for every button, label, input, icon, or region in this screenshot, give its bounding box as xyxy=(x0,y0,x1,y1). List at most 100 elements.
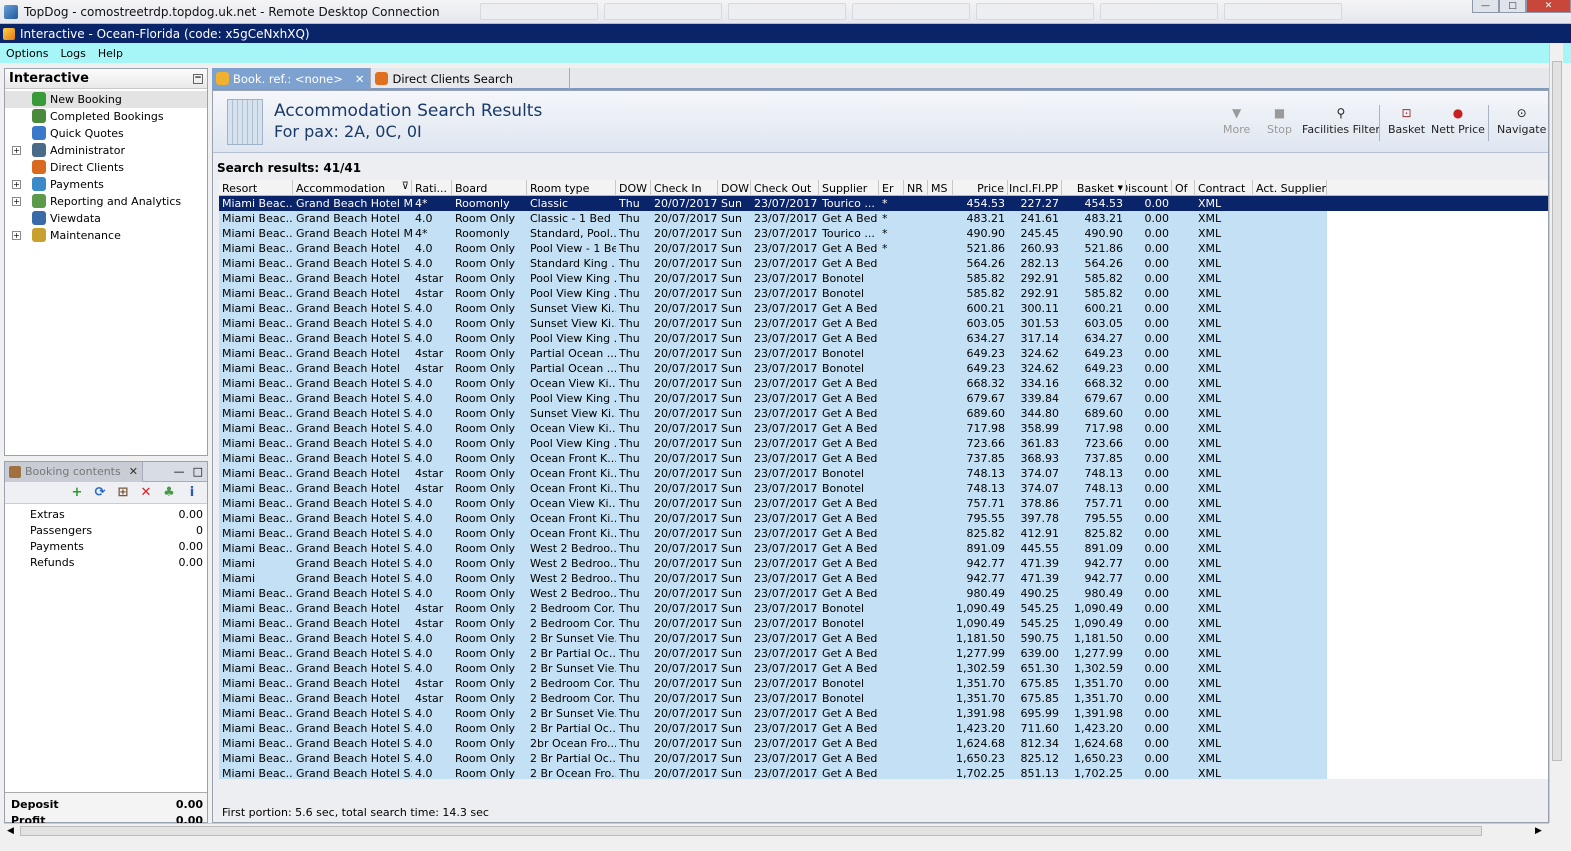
table-row[interactable]: Miami Beac... Grand Beach Hotel 4star Room … xyxy=(219,346,1548,361)
table-row[interactable]: Miami Beac... Grand Beach Hotel 4star Room … xyxy=(219,361,1548,376)
table-row[interactable]: Miami Beac... Grand Beach Hotel S... 4.0 Ro… xyxy=(219,301,1548,316)
table-row[interactable]: Miami Beac...Grand Beach Hotel Mi...4*Ro… xyxy=(219,226,1548,241)
close-tab-icon[interactable]: ✕ xyxy=(129,465,138,478)
table-row[interactable]: Miami Beac... Grand Beach Hotel S... 4.0 Ro… xyxy=(219,661,1548,676)
column-header[interactable]: Board xyxy=(452,180,527,196)
column-header[interactable]: Contract xyxy=(1195,180,1253,196)
column-header[interactable]: MS xyxy=(928,180,953,196)
table-row[interactable]: Miami Beac... Grand Beach Hotel S... 4.0 Ro… xyxy=(219,736,1548,751)
tab-booking-contents[interactable]: Booking contents ✕ xyxy=(5,461,143,482)
table-row[interactable]: Miami Grand Beach Hotel S... 4.0 Room Only W… xyxy=(219,571,1548,586)
column-header[interactable]: Discount xyxy=(1126,180,1172,196)
nav-item-maintenance[interactable]: + Maintenance xyxy=(5,227,207,244)
stop-button[interactable]: ■ Stop xyxy=(1267,106,1292,136)
table-row[interactable]: Miami Beac...Grand Beach Hotel Mi...4*Ro… xyxy=(219,196,1548,211)
refresh-icon[interactable]: ⟳ xyxy=(93,485,107,500)
table-row[interactable]: Miami Beac... Grand Beach Hotel 4star Room … xyxy=(219,691,1548,706)
delete-icon[interactable]: ✕ xyxy=(139,485,153,500)
vertical-scroll-thumb[interactable] xyxy=(1552,61,1562,761)
menu-logs[interactable]: Logs xyxy=(54,47,91,60)
table-row[interactable]: Miami Beac... Grand Beach Hotel 4star Room … xyxy=(219,481,1548,496)
column-header[interactable]: NR xyxy=(904,180,928,196)
basket-button[interactable]: ⊡ Basket xyxy=(1388,106,1425,136)
facilities-filter-button[interactable]: ⚲ Facilities Filter xyxy=(1302,106,1380,136)
table-row[interactable]: Miami Beac... Grand Beach Hotel S... 4.0 Ro… xyxy=(219,256,1548,271)
nett-price-button[interactable]: ● Nett Price xyxy=(1431,106,1485,136)
table-row[interactable]: Miami Beac... Grand Beach Hotel 4star Room … xyxy=(219,601,1548,616)
table-row[interactable]: Miami Beac... Grand Beach Hotel 4star Room … xyxy=(219,616,1548,631)
menu-help[interactable]: Help xyxy=(92,47,129,60)
table-row[interactable]: Miami Beac... Grand Beach Hotel S... 4.0 Ro… xyxy=(219,436,1548,451)
column-header[interactable]: Of xyxy=(1172,180,1195,196)
vertical-scrollbar[interactable] xyxy=(1549,43,1563,823)
minimize-panel-icon[interactable]: — xyxy=(174,465,185,478)
expand-icon[interactable]: + xyxy=(12,231,21,240)
table-row[interactable]: Miami Beac... Grand Beach Hotel S... 4.0 Ro… xyxy=(219,766,1548,779)
column-header[interactable]: Resort xyxy=(219,180,293,196)
nav-item-payments[interactable]: + Payments xyxy=(5,176,207,193)
nav-item-viewdata[interactable]: Viewdata xyxy=(5,210,207,227)
nav-item-direct-clients[interactable]: Direct Clients xyxy=(5,159,207,176)
palm-icon[interactable]: ♣ xyxy=(162,485,176,500)
column-header[interactable]: Act. Supplier xyxy=(1253,180,1327,196)
table-row[interactable]: Miami Beac... Grand Beach Hotel S... 4.0 Ro… xyxy=(219,526,1548,541)
close-tab-icon[interactable]: ✕ xyxy=(355,72,365,86)
table-row[interactable]: Miami Beac... Grand Beach Hotel 4.0 Room On… xyxy=(219,211,1548,226)
menu-options[interactable]: Options xyxy=(0,47,54,60)
horizontal-scrollbar[interactable]: ◀ ▶ xyxy=(4,823,1549,837)
table-row[interactable]: Miami Beac... Grand Beach Hotel S... 4.0 Ro… xyxy=(219,421,1548,436)
column-header[interactable]: Price xyxy=(953,180,1008,196)
column-header[interactable]: Incl.Fl.PP xyxy=(1008,180,1062,196)
column-header[interactable]: Basket ▼ xyxy=(1062,180,1126,196)
expand-icon[interactable]: + xyxy=(12,180,21,189)
navigate-button[interactable]: ⊙ Navigate xyxy=(1497,106,1546,136)
table-row[interactable]: Miami Beac... Grand Beach Hotel S... 4.0 Ro… xyxy=(219,316,1548,331)
table-row[interactable]: Miami Beac... Grand Beach Hotel S... 4.0 Ro… xyxy=(219,706,1548,721)
column-header[interactable]: Check Out xyxy=(751,180,819,196)
info-icon[interactable]: i xyxy=(185,485,199,500)
minimize-button[interactable]: — xyxy=(1472,0,1499,13)
table-row[interactable]: Miami Beac... Grand Beach Hotel S... 4.0 Ro… xyxy=(219,406,1548,421)
nav-item-new-booking[interactable]: New Booking xyxy=(5,91,207,108)
table-row[interactable]: Miami Beac... Grand Beach Hotel S... 4.0 Ro… xyxy=(219,511,1548,526)
table-row[interactable]: Miami Grand Beach Hotel S... 4.0 Room Only W… xyxy=(219,556,1548,571)
table-row[interactable]: Miami Beac... Grand Beach Hotel S... 4.0 Ro… xyxy=(219,331,1548,346)
expand-icon[interactable]: + xyxy=(12,197,21,206)
column-header[interactable]: Rati... xyxy=(412,180,452,196)
close-window-button[interactable]: ✕ xyxy=(1526,0,1571,13)
maximize-button[interactable]: □ xyxy=(1499,0,1526,13)
column-header[interactable]: Er xyxy=(879,180,904,196)
table-row[interactable]: Miami Beac... Grand Beach Hotel S... 4.0 Ro… xyxy=(219,451,1548,466)
table-row[interactable]: Miami Beac... Grand Beach Hotel S... 4.0 Ro… xyxy=(219,391,1548,406)
table-row[interactable]: Miami Beac... Grand Beach Hotel S... 4.0 Ro… xyxy=(219,541,1548,556)
column-header[interactable]: DOW xyxy=(718,180,751,196)
scroll-left-icon[interactable]: ◀ xyxy=(7,824,14,838)
nav-item-quick-quotes[interactable]: Quick Quotes xyxy=(5,125,207,142)
table-row[interactable]: Miami Beac... Grand Beach Hotel S... 4.0 Ro… xyxy=(219,751,1548,766)
expand-icon[interactable]: + xyxy=(12,146,21,155)
nav-item-completed-bookings[interactable]: Completed Bookings xyxy=(5,108,207,125)
table-row[interactable]: Miami Beac... Grand Beach Hotel 4star Room … xyxy=(219,466,1548,481)
table-row[interactable]: Miami Beac... Grand Beach Hotel 4star Room … xyxy=(219,271,1548,286)
column-filter-icon[interactable]: ⊽ xyxy=(402,181,409,192)
column-header[interactable]: Supplier xyxy=(819,180,879,196)
tab-direct-clients-search[interactable]: Direct Clients Search xyxy=(371,68,571,89)
scroll-right-icon[interactable]: ▶ xyxy=(1535,824,1542,838)
add-icon[interactable]: + xyxy=(70,485,84,500)
nav-item-reporting-and-analytics[interactable]: + Reporting and Analytics xyxy=(5,193,207,210)
column-header[interactable]: Check In xyxy=(651,180,718,196)
table-row[interactable]: Miami Beac... Grand Beach Hotel S... 4.0 Ro… xyxy=(219,586,1548,601)
table-row[interactable]: Miami Beac... Grand Beach Hotel S... 4.0 Ro… xyxy=(219,496,1548,511)
more-button[interactable]: ▼ More xyxy=(1223,106,1250,136)
column-header[interactable]: Accommodation ⊽ xyxy=(293,180,412,196)
table-row[interactable]: Miami Beac... Grand Beach Hotel 4.0 Room On… xyxy=(219,241,1548,256)
table-row[interactable]: Miami Beac... Grand Beach Hotel S... 4.0 Ro… xyxy=(219,721,1548,736)
column-header[interactable]: DOW xyxy=(616,180,651,196)
table-row[interactable]: Miami Beac... Grand Beach Hotel S... 4.0 Ro… xyxy=(219,631,1548,646)
table-row[interactable]: Miami Beac... Grand Beach Hotel 4star Room … xyxy=(219,676,1548,691)
table-row[interactable]: Miami Beac... Grand Beach Hotel S... 4.0 Ro… xyxy=(219,376,1548,391)
collapse-panel-button[interactable]: − xyxy=(193,73,203,84)
column-header[interactable]: Room type xyxy=(527,180,616,196)
maximize-panel-icon[interactable]: □ xyxy=(193,465,203,478)
horizontal-scroll-thumb[interactable] xyxy=(20,826,1482,836)
